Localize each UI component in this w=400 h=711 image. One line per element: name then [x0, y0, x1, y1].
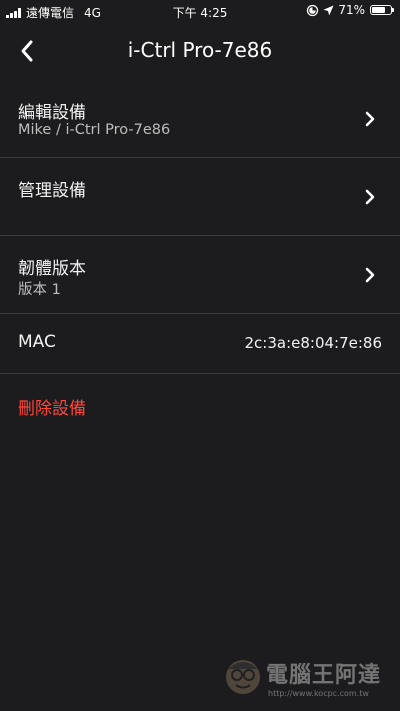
manage-device-row[interactable]: 管理設備: [0, 158, 400, 236]
status-right: 71%: [306, 3, 394, 17]
mac-address-row: MAC 2c:3a:e8:04:7e:86: [0, 314, 400, 374]
firmware-version-row[interactable]: 韌體版本 版本 1: [0, 236, 400, 314]
edit-device-subtitle: Mike / i-Ctrl Pro-7e86: [18, 122, 171, 138]
manage-device-title: 管理設備: [18, 181, 86, 201]
watermark-url: http://www.kocpc.com.tw: [268, 689, 369, 698]
back-button[interactable]: [10, 34, 44, 68]
delete-device-button[interactable]: 刪除設備: [18, 394, 86, 419]
settings-list: 編輯設備 Mike / i-Ctrl Pro-7e86 管理設備 韌體版本 版本…: [0, 80, 400, 374]
navigation-bar: i-Ctrl Pro-7e86: [0, 22, 400, 80]
location-arrow-icon: [323, 5, 334, 15]
battery-fill: [372, 7, 385, 13]
battery-icon: [370, 5, 394, 15]
mac-label: MAC: [18, 332, 56, 352]
edit-device-row[interactable]: 編輯設備 Mike / i-Ctrl Pro-7e86: [0, 80, 400, 158]
watermark: 電腦王阿達 http://www.kocpc.com.tw: [222, 651, 392, 705]
mascot-logo-icon: [226, 660, 260, 694]
battery-percent: 71%: [338, 3, 365, 17]
mac-value: 2c:3a:e8:04:7e:86: [244, 334, 382, 352]
page-title: i-Ctrl Pro-7e86: [127, 38, 273, 62]
chevron-right-icon: [365, 189, 375, 205]
location-icon: [307, 4, 319, 16]
chevron-right-icon: [365, 111, 375, 127]
status-bar: 遠傳電信 4G 下午 4:25 71%: [0, 0, 400, 22]
firmware-version-value: 版本 1: [18, 282, 61, 298]
edit-device-title: 編輯設備: [18, 103, 86, 123]
back-chevron-icon: [21, 40, 33, 62]
device-settings-screen: 遠傳電信 4G 下午 4:25 71% i-Ctrl Pro-7e86 編輯設備…: [0, 0, 400, 711]
watermark-title: 電腦王阿達: [266, 663, 382, 688]
chevron-right-icon: [365, 267, 375, 283]
firmware-title: 韌體版本: [18, 259, 86, 279]
